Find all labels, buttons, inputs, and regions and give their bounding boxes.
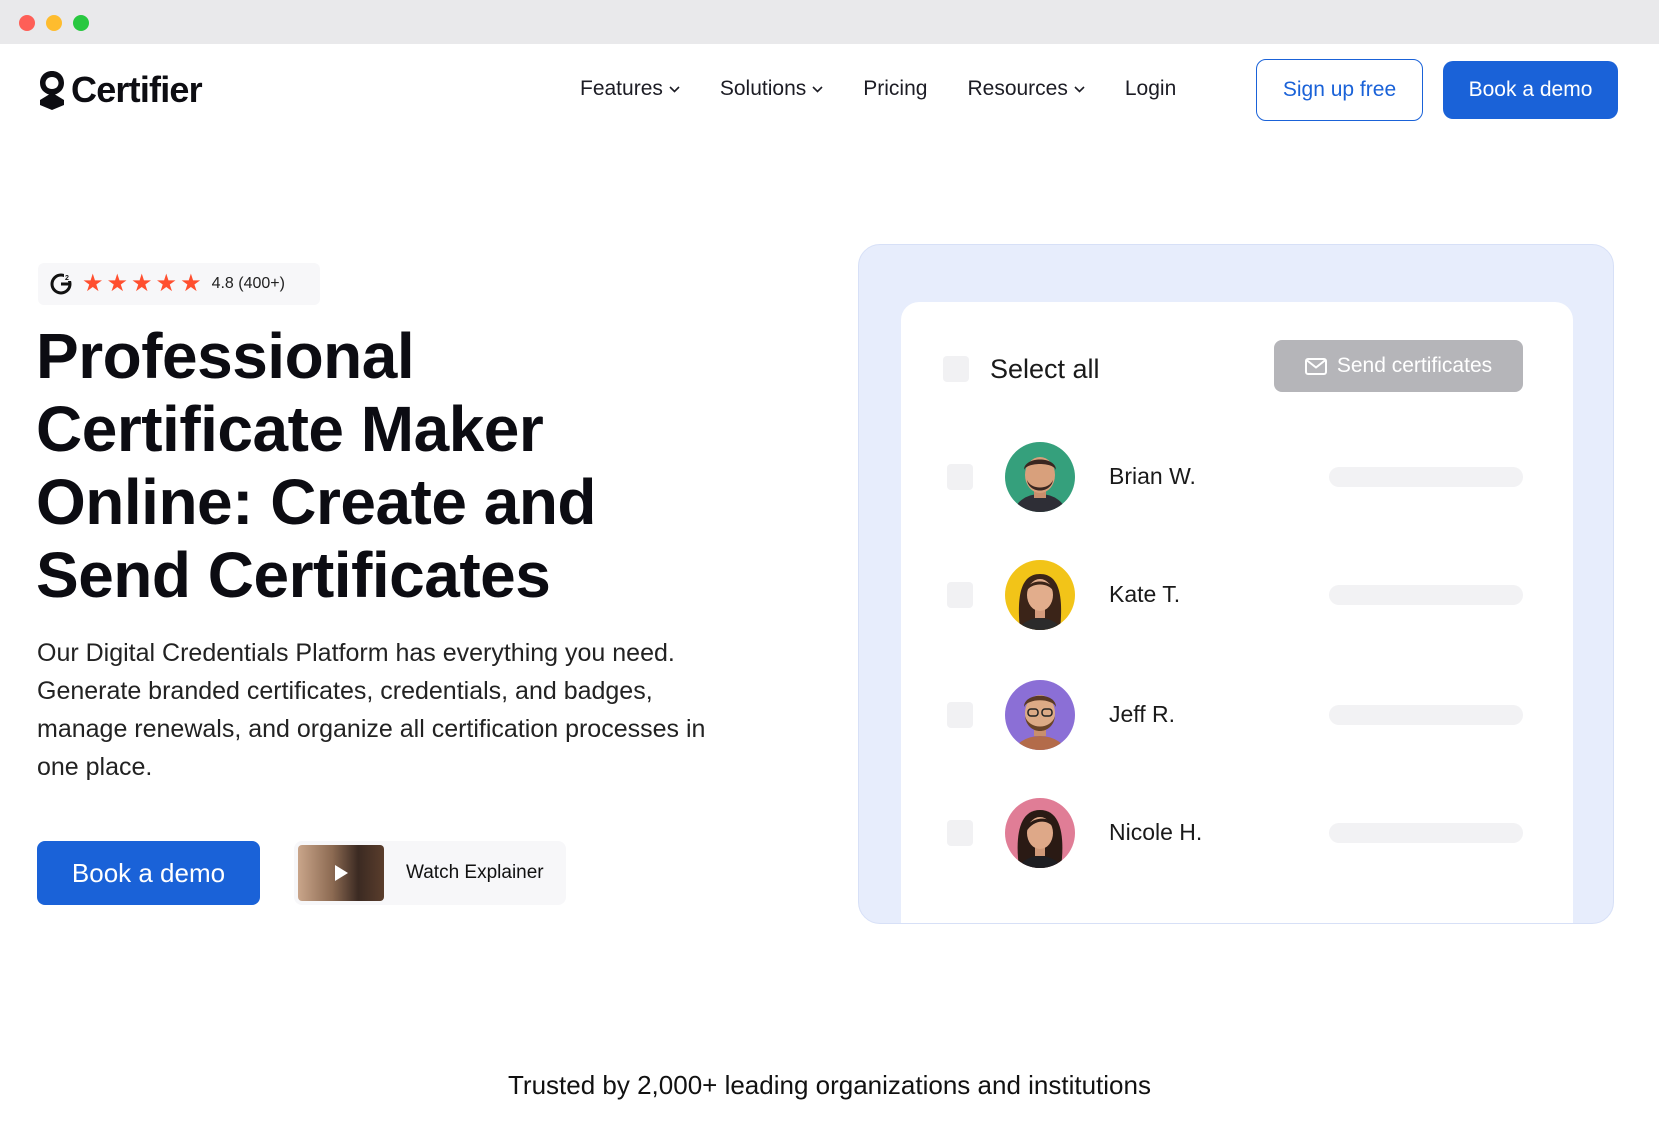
- main-nav: Features Solutions Pricing Resources Log…: [580, 72, 1216, 106]
- star-icon: ★: [106, 270, 129, 297]
- hero-book-demo-button[interactable]: Book a demo: [37, 841, 260, 905]
- watch-explainer-label: Watch Explainer: [406, 862, 544, 883]
- hero-description: Our Digital Credentials Platform has eve…: [37, 639, 706, 781]
- avatar: [1005, 442, 1075, 512]
- list-item: Brian W.: [901, 437, 1573, 517]
- select-all-checkbox[interactable]: [943, 356, 969, 382]
- sign-up-free-button[interactable]: Sign up free: [1256, 59, 1423, 121]
- watch-explainer-button[interactable]: Watch Explainer: [294, 841, 566, 905]
- nav-login-label: Login: [1124, 77, 1177, 100]
- certifier-logo-icon: [40, 71, 64, 110]
- nav-features[interactable]: Features: [580, 77, 680, 101]
- star-icon: ★: [180, 270, 202, 297]
- star-icon: ★: [82, 270, 104, 297]
- star-icon: ★: [131, 270, 153, 297]
- star-rating: ★ ★ ★ ★ ★: [82, 272, 202, 296]
- nav-features-label: Features: [580, 77, 663, 100]
- recipient-checkbox[interactable]: [947, 702, 973, 728]
- g2-icon: 2: [50, 273, 72, 295]
- placeholder-bar: [1329, 467, 1523, 487]
- brand-logo[interactable]: Certifier: [37, 69, 203, 111]
- recipient-list-card: Select all Send certificates Brian W. Ka…: [901, 302, 1573, 923]
- browser-titlebar: [0, 0, 1659, 44]
- avatar: [1005, 680, 1075, 750]
- close-window-button[interactable]: [19, 15, 35, 31]
- nav-resources-label: Resources: [967, 77, 1068, 100]
- nav-solutions[interactable]: Solutions: [720, 77, 823, 101]
- nav-pricing-label: Pricing: [863, 77, 928, 100]
- placeholder-bar: [1329, 585, 1523, 605]
- chevron-down-icon: [1074, 85, 1085, 93]
- rating-badge: 2 ★ ★ ★ ★ ★ 4.8 (400+): [38, 263, 320, 305]
- nav-pricing[interactable]: Pricing: [863, 77, 927, 101]
- svg-text:2: 2: [65, 275, 69, 282]
- star-icon: ★: [155, 270, 178, 297]
- list-item: Nicole H.: [901, 793, 1573, 873]
- recipient-checkbox[interactable]: [947, 464, 973, 490]
- placeholder-bar: [1329, 705, 1523, 725]
- recipient-checkbox[interactable]: [947, 820, 973, 846]
- select-all-label: Select all: [990, 354, 1100, 384]
- page: Certifier Features Solutions Pricing Res…: [0, 44, 1659, 1137]
- send-certificates-label: Send certificates: [1336, 354, 1493, 377]
- avatar: [1005, 560, 1075, 630]
- nav-solutions-label: Solutions: [719, 77, 807, 100]
- video-thumbnail: [298, 845, 384, 901]
- trusted-by-heading: Trusted by 2,000+ leading organizations …: [508, 1070, 1151, 1100]
- nav-login[interactable]: Login: [1125, 77, 1176, 101]
- brand-name: Certifier: [71, 69, 203, 110]
- send-certificates-button[interactable]: Send certificates: [1274, 340, 1523, 392]
- recipient-name: Brian W.: [1109, 463, 1196, 489]
- avatar: [1005, 798, 1075, 868]
- list-item: Jeff R.: [901, 675, 1573, 755]
- chevron-down-icon: [812, 85, 823, 93]
- envelope-icon: [1304, 357, 1327, 375]
- certificate-preview-panel: Select all Send certificates Brian W. Ka…: [858, 244, 1614, 924]
- nav-book-demo-button[interactable]: Book a demo: [1443, 61, 1618, 119]
- list-item: Kate T.: [901, 555, 1573, 635]
- maximize-window-button[interactable]: [73, 15, 89, 31]
- play-icon: [335, 865, 348, 881]
- recipient-name: Nicole H.: [1109, 819, 1203, 845]
- chevron-down-icon: [669, 85, 680, 93]
- recipient-checkbox[interactable]: [947, 582, 973, 608]
- rating-score: 4.8 (400+): [211, 275, 285, 292]
- minimize-window-button[interactable]: [46, 15, 62, 31]
- page-title: Professional Certificate Maker Online: C…: [36, 320, 597, 611]
- recipient-name: Kate T.: [1109, 581, 1181, 607]
- placeholder-bar: [1329, 823, 1523, 843]
- recipient-name: Jeff R.: [1109, 701, 1176, 727]
- nav-resources[interactable]: Resources: [967, 77, 1085, 101]
